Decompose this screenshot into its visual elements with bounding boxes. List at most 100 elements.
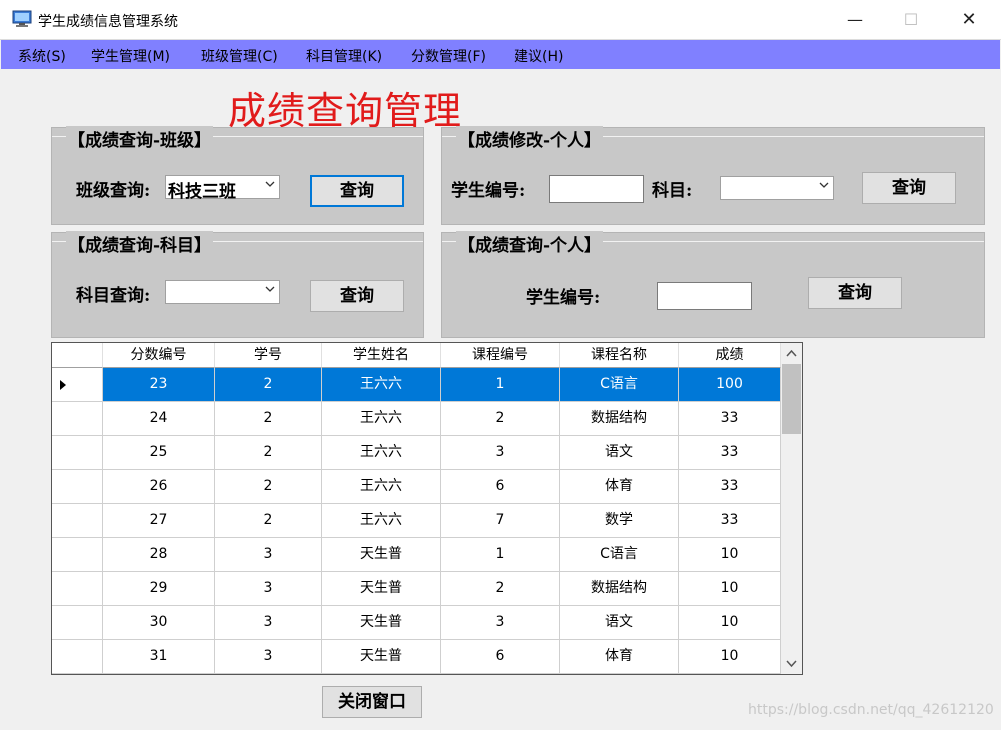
- menu-suggestion[interactable]: 建议(H): [514, 46, 563, 66]
- close-window-button[interactable]: ✕: [946, 0, 992, 39]
- menu-student-management[interactable]: 学生管理(M): [91, 46, 170, 66]
- table-cell[interactable]: 3: [215, 640, 322, 674]
- close-window-text-button[interactable]: 关闭窗口: [322, 686, 422, 718]
- table-cell[interactable]: 3: [441, 606, 560, 640]
- table-cell[interactable]: 语文: [560, 436, 679, 470]
- table-cell[interactable]: 王六六: [322, 368, 441, 402]
- table-cell[interactable]: 数据结构: [560, 402, 679, 436]
- class-query-button[interactable]: 查询: [310, 175, 404, 207]
- table-cell[interactable]: 2: [215, 504, 322, 538]
- column-header[interactable]: 学号: [215, 343, 322, 368]
- table-cell[interactable]: 2: [215, 402, 322, 436]
- table-cell[interactable]: 100: [679, 368, 781, 402]
- chevron-down-icon[interactable]: [781, 653, 802, 674]
- table-cell[interactable]: 体育: [560, 470, 679, 504]
- subject-query-button[interactable]: 查询: [310, 280, 404, 312]
- table-cell[interactable]: C语言: [560, 368, 679, 402]
- student-id-input[interactable]: [549, 175, 644, 203]
- table-cell[interactable]: 10: [679, 538, 781, 572]
- row-header[interactable]: [52, 504, 103, 538]
- table-cell[interactable]: 10: [679, 572, 781, 606]
- table-cell[interactable]: 数学: [560, 504, 679, 538]
- table-cell[interactable]: 6: [441, 470, 560, 504]
- column-header[interactable]: 课程名称: [560, 343, 679, 368]
- menu-subject-management[interactable]: 科目管理(K): [306, 46, 382, 66]
- table-cell[interactable]: 33: [679, 436, 781, 470]
- table-cell[interactable]: 天生普: [322, 640, 441, 674]
- chevron-up-icon[interactable]: [781, 343, 802, 364]
- table-row[interactable]: 27 2 王六六 7 数学 33: [52, 504, 782, 538]
- table-cell[interactable]: 王六六: [322, 504, 441, 538]
- table-cell[interactable]: 25: [103, 436, 215, 470]
- row-header[interactable]: [52, 538, 103, 572]
- table-cell[interactable]: 1: [441, 368, 560, 402]
- row-header[interactable]: [52, 640, 103, 674]
- table-cell[interactable]: C语言: [560, 538, 679, 572]
- table-cell[interactable]: 23: [103, 368, 215, 402]
- table-row[interactable]: 26 2 王六六 6 体育 33: [52, 470, 782, 504]
- table-cell[interactable]: 语文: [560, 606, 679, 640]
- subject-select[interactable]: [720, 176, 834, 200]
- table-cell[interactable]: 33: [679, 470, 781, 504]
- class-select[interactable]: 科技三班: [165, 175, 280, 202]
- table-cell[interactable]: 1: [441, 538, 560, 572]
- row-header[interactable]: [52, 368, 103, 402]
- menu-system[interactable]: 系统(S): [18, 46, 66, 66]
- personal-query-student-input[interactable]: [657, 282, 752, 310]
- menu-class-management[interactable]: 班级管理(C): [201, 46, 278, 66]
- table-cell[interactable]: 31: [103, 640, 215, 674]
- row-header[interactable]: [52, 470, 103, 504]
- table-cell[interactable]: 3: [215, 538, 322, 572]
- menu-score-management[interactable]: 分数管理(F): [411, 46, 486, 66]
- table-row[interactable]: 30 3 天生普 3 语文 10: [52, 606, 782, 640]
- table-cell[interactable]: 29: [103, 572, 215, 606]
- row-header[interactable]: [52, 606, 103, 640]
- table-row[interactable]: 23 2 王六六 1 C语言 100: [52, 368, 782, 402]
- table-cell[interactable]: 数据结构: [560, 572, 679, 606]
- row-header[interactable]: [52, 572, 103, 606]
- table-cell[interactable]: 2: [441, 572, 560, 606]
- table-cell[interactable]: 2: [215, 368, 322, 402]
- table-cell[interactable]: 王六六: [322, 470, 441, 504]
- table-cell[interactable]: 2: [215, 470, 322, 504]
- table-cell[interactable]: 6: [441, 640, 560, 674]
- table-cell[interactable]: 3: [215, 606, 322, 640]
- column-header[interactable]: 成绩: [679, 343, 781, 368]
- table-cell[interactable]: 10: [679, 606, 781, 640]
- table-cell[interactable]: 天生普: [322, 606, 441, 640]
- row-header[interactable]: [52, 402, 103, 436]
- table-cell[interactable]: 天生普: [322, 538, 441, 572]
- table-row[interactable]: 24 2 王六六 2 数据结构 33: [52, 402, 782, 436]
- table-cell[interactable]: 王六六: [322, 436, 441, 470]
- table-cell[interactable]: 28: [103, 538, 215, 572]
- vertical-scrollbar[interactable]: [781, 343, 802, 674]
- table-row[interactable]: 29 3 天生普 2 数据结构 10: [52, 572, 782, 606]
- table-cell[interactable]: 王六六: [322, 402, 441, 436]
- table-cell[interactable]: 26: [103, 470, 215, 504]
- table-cell[interactable]: 30: [103, 606, 215, 640]
- scrollbar-thumb[interactable]: [782, 364, 801, 434]
- table-row[interactable]: 31 3 天生普 6 体育 10: [52, 640, 782, 674]
- table-cell[interactable]: 7: [441, 504, 560, 538]
- subject-query-select[interactable]: [165, 280, 280, 304]
- personal-edit-query-button[interactable]: 查询: [862, 172, 956, 204]
- table-cell[interactable]: 天生普: [322, 572, 441, 606]
- table-row[interactable]: 28 3 天生普 1 C语言 10: [52, 538, 782, 572]
- table-cell[interactable]: 体育: [560, 640, 679, 674]
- table-cell[interactable]: 27: [103, 504, 215, 538]
- table-row[interactable]: 25 2 王六六 3 语文 33: [52, 436, 782, 470]
- table-cell[interactable]: 24: [103, 402, 215, 436]
- column-header[interactable]: 分数编号: [103, 343, 215, 368]
- table-cell[interactable]: 3: [215, 572, 322, 606]
- table-cell[interactable]: 3: [441, 436, 560, 470]
- maximize-button[interactable]: ☐: [888, 0, 934, 39]
- row-header[interactable]: [52, 436, 103, 470]
- column-header[interactable]: 课程编号: [441, 343, 560, 368]
- table-cell[interactable]: 2: [215, 436, 322, 470]
- table-cell[interactable]: 33: [679, 402, 781, 436]
- table-cell[interactable]: 10: [679, 640, 781, 674]
- column-header[interactable]: 学生姓名: [322, 343, 441, 368]
- table-cell[interactable]: 2: [441, 402, 560, 436]
- table-cell[interactable]: 33: [679, 504, 781, 538]
- minimize-button[interactable]: —: [832, 0, 878, 39]
